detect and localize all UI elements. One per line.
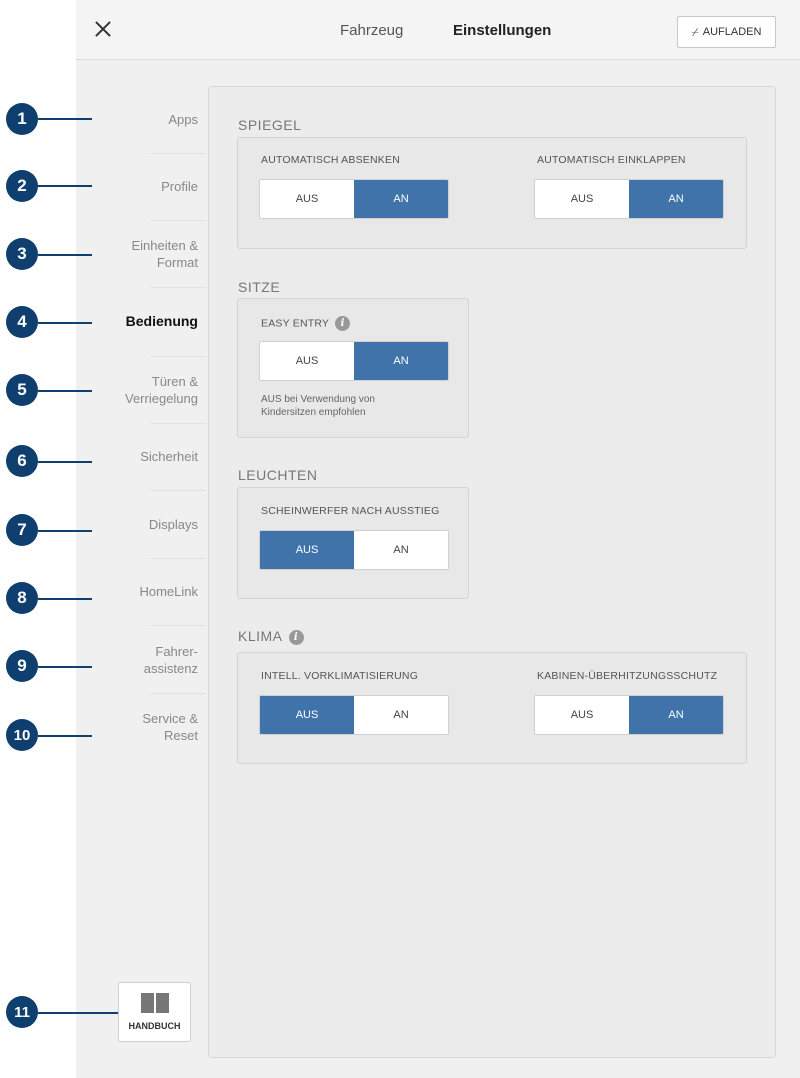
close-icon[interactable] bbox=[92, 18, 114, 40]
callout-badge: 5 bbox=[6, 374, 38, 406]
info-icon[interactable]: i bbox=[288, 629, 304, 645]
toggle-option-off[interactable]: AUS bbox=[260, 696, 354, 734]
callout-line bbox=[38, 666, 92, 668]
sidebar-item-label: Einheiten & bbox=[131, 237, 199, 253]
sidebar-item-label: Profile bbox=[161, 179, 198, 194]
charge-button[interactable]: ⌿ AUFLADEN bbox=[677, 16, 776, 48]
toggle-easy-entry: AUS AN bbox=[259, 341, 449, 381]
sidebar-item-label-wrap: Einheiten & Format bbox=[132, 237, 199, 271]
sidebar-item-label: Fahrer- bbox=[155, 643, 198, 659]
toggle-option-off[interactable]: AUS bbox=[260, 342, 354, 380]
setting-label-easy-entry: EASY ENTRY i bbox=[261, 316, 351, 331]
sidebar-item-label-line2: assistenz bbox=[143, 660, 198, 676]
sidebar-item-label-line2: Reset bbox=[164, 727, 198, 743]
sidebar-item-controls[interactable]: Bedienung bbox=[76, 288, 206, 355]
sidebar-item-label-line2: Format bbox=[156, 254, 198, 270]
setting-label-smart-precondition: INTELL. VORKLIMATISIERUNG bbox=[261, 670, 419, 682]
easy-entry-label-text: EASY ENTRY bbox=[261, 317, 330, 330]
setting-label-headlights-after-exit: SCHEINWERFER NACH AUSSTIEG bbox=[261, 505, 440, 517]
toggle-option-on[interactable]: AN bbox=[354, 342, 448, 380]
toggle-option-off[interactable]: AUS bbox=[260, 531, 354, 569]
sidebar-item-label: Apps bbox=[168, 112, 198, 127]
callout-line bbox=[38, 322, 92, 324]
note-line-1: AUS bei Verwendung von bbox=[261, 394, 375, 405]
callout-line bbox=[38, 1012, 118, 1014]
toggle-smart-precondition: AUS AN bbox=[259, 695, 449, 735]
sidebar-item-doors-locks[interactable]: Türen & Verriegelung bbox=[76, 356, 206, 423]
sidebar-item-label: HomeLink bbox=[139, 584, 198, 599]
easy-entry-note: AUS bei Verwendung von Kindersitzen empf… bbox=[261, 393, 375, 419]
toggle-cabin-overheat: AUS AN bbox=[534, 695, 724, 735]
sidebar-item-label: Sicherheit bbox=[140, 449, 198, 464]
toggle-option-off[interactable]: AUS bbox=[535, 180, 629, 218]
callout-line bbox=[38, 461, 92, 463]
toggle-option-off[interactable]: AUS bbox=[535, 696, 629, 734]
callout-line bbox=[38, 598, 92, 600]
callout-line bbox=[38, 530, 92, 532]
manual-button[interactable]: HANDBUCH bbox=[118, 982, 191, 1042]
callout-badge: 2 bbox=[6, 170, 38, 202]
callout-badge: 7 bbox=[6, 514, 38, 546]
setting-label-cabin-overheat: KABINEN-ÜBERHITZUNGSSCHUTZ bbox=[537, 670, 718, 682]
callout-line bbox=[38, 118, 92, 120]
sidebar-item-displays[interactable]: Displays bbox=[76, 491, 206, 558]
charge-button-label: AUFLADEN bbox=[702, 26, 762, 38]
section-title-climate: KLIMA i bbox=[238, 628, 304, 645]
sidebar-item-label-line2: Verriegelung bbox=[125, 390, 198, 406]
manual-button-label: HANDBUCH bbox=[128, 1021, 181, 1031]
sidebar-item-label: Bedienung bbox=[125, 313, 198, 329]
note-line-2: Kindersitzen empfohlen bbox=[261, 407, 366, 418]
setting-label-auto-dip: AUTOMATISCH ABSENKEN bbox=[261, 154, 400, 166]
sidebar-item-label-wrap: Fahrer-assistenz bbox=[144, 643, 198, 677]
callout-line bbox=[38, 254, 92, 256]
callout-line bbox=[38, 185, 92, 187]
callout-badge: 9 bbox=[6, 650, 38, 682]
sidebar-item-homelink[interactable]: HomeLink bbox=[76, 558, 206, 625]
book-icon bbox=[140, 993, 170, 1015]
toggle-option-on[interactable]: AN bbox=[354, 696, 448, 734]
callout-badge: 4 bbox=[6, 306, 38, 338]
sidebar-item-apps[interactable]: Apps bbox=[76, 86, 206, 153]
setting-label-auto-fold: AUTOMATISCH EINKLAPPEN bbox=[537, 154, 686, 166]
info-icon[interactable]: i bbox=[335, 316, 351, 331]
section-title-lights: LEUCHTEN bbox=[238, 467, 318, 483]
callout-badge: 8 bbox=[6, 582, 38, 614]
sidebar-item-profiles[interactable]: Profile bbox=[76, 153, 206, 220]
toggle-option-on[interactable]: AN bbox=[629, 696, 723, 734]
toggle-auto-dip: AUS AN bbox=[259, 179, 449, 219]
section-title-mirrors: SPIEGEL bbox=[238, 117, 302, 133]
tab-settings[interactable]: Einstellungen bbox=[453, 22, 551, 39]
sidebar-item-label: Displays bbox=[148, 517, 198, 532]
sidebar-item-units-format[interactable]: Einheiten & Format bbox=[76, 220, 206, 287]
toggle-auto-fold: AUS AN bbox=[534, 179, 724, 219]
sidebar-item-label-wrap: Türen & Verriegelung bbox=[125, 373, 198, 407]
sidebar-item-safety[interactable]: Sicherheit bbox=[76, 423, 206, 490]
toggle-option-on[interactable]: AN bbox=[354, 180, 448, 218]
sidebar-item-service-reset[interactable]: Service & Reset bbox=[76, 693, 206, 760]
sidebar-item-label: Türen & bbox=[151, 373, 198, 389]
callout-badge: 3 bbox=[6, 238, 38, 270]
toggle-option-on[interactable]: AN bbox=[629, 180, 723, 218]
sidebar-item-label-wrap: Service & Reset bbox=[142, 710, 198, 744]
tab-vehicle[interactable]: Fahrzeug bbox=[340, 22, 403, 39]
callout-line bbox=[38, 735, 92, 737]
sidebar-item-label: Service & bbox=[142, 710, 198, 726]
toggle-option-on[interactable]: AN bbox=[354, 531, 448, 569]
section-title-seats: SITZE bbox=[238, 279, 281, 295]
callout-badge: 6 bbox=[6, 445, 38, 477]
sidebar-item-driver-assistance[interactable]: Fahrer-assistenz bbox=[76, 626, 206, 693]
toggle-option-off[interactable]: AUS bbox=[260, 180, 354, 218]
toggle-headlights-after-exit: AUS AN bbox=[259, 530, 449, 570]
callout-badge: 11 bbox=[6, 996, 38, 1028]
callout-badge: 10 bbox=[6, 719, 38, 751]
callout-line bbox=[38, 390, 92, 392]
callout-badge: 1 bbox=[6, 103, 38, 135]
climate-title-text: KLIMA bbox=[238, 628, 283, 644]
plug-icon: ⌿ bbox=[691, 24, 699, 39]
